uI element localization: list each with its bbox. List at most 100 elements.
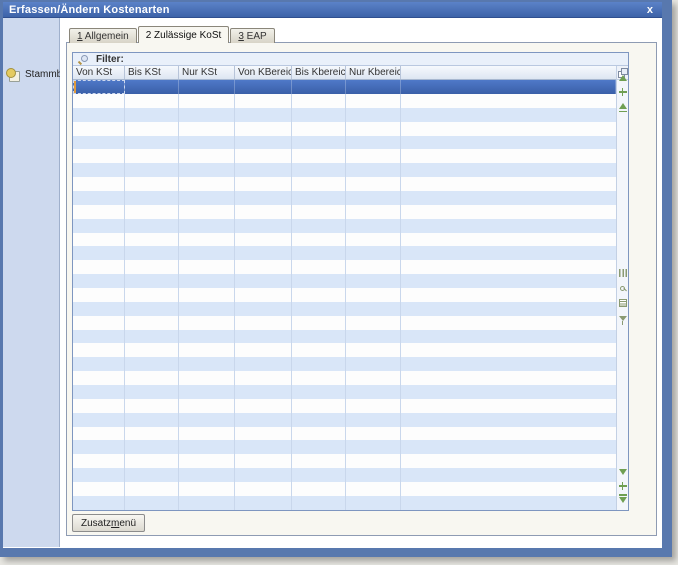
table-row[interactable] — [73, 302, 616, 316]
sidebar-item-stammblatt[interactable]: Stammblatt — [3, 66, 59, 83]
grid-cell — [235, 177, 292, 191]
table-row[interactable] — [73, 343, 616, 357]
column-header[interactable]: Nur KSt — [179, 66, 235, 79]
grid-cell — [401, 260, 616, 274]
filter-magnifier-icon[interactable] — [78, 54, 88, 64]
table-row[interactable] — [73, 427, 616, 441]
table-row[interactable] — [73, 288, 616, 302]
column-header[interactable]: Nur Kbereich — [346, 66, 401, 79]
grid-cell — [401, 122, 616, 136]
close-icon[interactable]: x — [644, 3, 656, 17]
append-row-icon[interactable] — [617, 481, 628, 491]
tab-eap[interactable]: 3 EAP — [230, 28, 274, 43]
table-row[interactable] — [73, 122, 616, 136]
selected-row[interactable] — [73, 80, 616, 94]
table-row[interactable] — [73, 191, 616, 205]
grid-cell — [292, 191, 346, 205]
grid-cell — [401, 316, 616, 330]
grid-cell — [179, 233, 235, 247]
table-row[interactable] — [73, 163, 616, 177]
table-row[interactable] — [73, 440, 616, 454]
scroll-up-icon[interactable] — [617, 73, 628, 83]
table-row[interactable] — [73, 94, 616, 108]
grid-cell — [179, 427, 235, 441]
table-row[interactable] — [73, 385, 616, 399]
grid-cell — [73, 205, 125, 219]
grid-cell — [401, 468, 616, 482]
table-row[interactable] — [73, 177, 616, 191]
grid-cell — [346, 399, 401, 413]
grid-cell — [292, 122, 346, 136]
tab-zulaessige-kost[interactable]: 2 Zulässige KoSt — [138, 26, 230, 43]
table-row[interactable] — [73, 468, 616, 482]
grid-cell — [292, 205, 346, 219]
tab-allgemein[interactable]: 1 Allgemein — [69, 28, 137, 43]
grid-cell — [292, 108, 346, 122]
grid-cell — [346, 260, 401, 274]
table-row[interactable] — [73, 149, 616, 163]
filter-bar: Filter: — [73, 53, 628, 66]
table-row[interactable] — [73, 136, 616, 150]
table-row[interactable] — [73, 246, 616, 260]
table-row[interactable] — [73, 233, 616, 247]
table-row[interactable] — [73, 205, 616, 219]
grid-cell — [125, 427, 179, 441]
grid-cell — [125, 219, 179, 233]
insert-row-icon[interactable] — [617, 87, 628, 97]
page-down-icon[interactable] — [617, 495, 628, 505]
grid-side-toolbar — [616, 66, 628, 510]
grid-cell — [292, 482, 346, 496]
column-layout-icon[interactable] — [617, 268, 628, 278]
column-header[interactable]: Bis Kbereich — [292, 66, 346, 79]
grid-cell — [179, 385, 235, 399]
table-row[interactable] — [73, 357, 616, 371]
tab-page-panel: Filter: Von KStBis KStNur KStVon KBereic… — [66, 42, 657, 536]
grid-cell — [292, 454, 346, 468]
grid-cell — [73, 219, 125, 233]
table-row[interactable] — [73, 496, 616, 510]
grid-cell — [235, 233, 292, 247]
dialog-body: Stammblatt 1 Allgemein 2 Zulässige KoSt … — [3, 18, 662, 547]
search-icon[interactable] — [617, 283, 628, 293]
table-row[interactable] — [73, 371, 616, 385]
page-up-icon[interactable] — [617, 101, 628, 111]
grid-cell — [73, 343, 125, 357]
table-row[interactable] — [73, 454, 616, 468]
grid-cell — [125, 205, 179, 219]
grid-cell — [292, 385, 346, 399]
column-header[interactable]: Von KSt — [73, 66, 125, 79]
grid-cell — [401, 274, 616, 288]
table-row[interactable] — [73, 413, 616, 427]
scroll-down-icon[interactable] — [617, 467, 628, 477]
table-row[interactable] — [73, 274, 616, 288]
grid-cell — [179, 496, 235, 510]
grid-cell — [346, 233, 401, 247]
grid-cell — [125, 149, 179, 163]
grid-cell — [125, 482, 179, 496]
column-header[interactable]: Bis KSt — [125, 66, 179, 79]
grid-cell — [125, 163, 179, 177]
grid-cell — [125, 399, 179, 413]
table-row[interactable] — [73, 330, 616, 344]
grid-cell — [125, 108, 179, 122]
export-icon[interactable] — [617, 298, 628, 308]
focused-edit-cell[interactable] — [73, 80, 125, 94]
grid-cell — [401, 136, 616, 150]
grid-cell — [235, 149, 292, 163]
table-row[interactable] — [73, 316, 616, 330]
grid-cell — [401, 357, 616, 371]
grid-cell — [235, 94, 292, 108]
table-row[interactable] — [73, 399, 616, 413]
zusatzmenu-button[interactable]: Zusatzmenü — [72, 514, 145, 532]
table-row[interactable] — [73, 108, 616, 122]
grid-cell — [73, 302, 125, 316]
filter-icon[interactable] — [617, 313, 628, 323]
grid-cell — [235, 108, 292, 122]
grid-cell — [73, 330, 125, 344]
grid-cell — [179, 316, 235, 330]
grid-cell — [73, 288, 125, 302]
table-row[interactable] — [73, 482, 616, 496]
column-header[interactable]: Von KBereich — [235, 66, 292, 79]
table-row[interactable] — [73, 219, 616, 233]
table-row[interactable] — [73, 260, 616, 274]
